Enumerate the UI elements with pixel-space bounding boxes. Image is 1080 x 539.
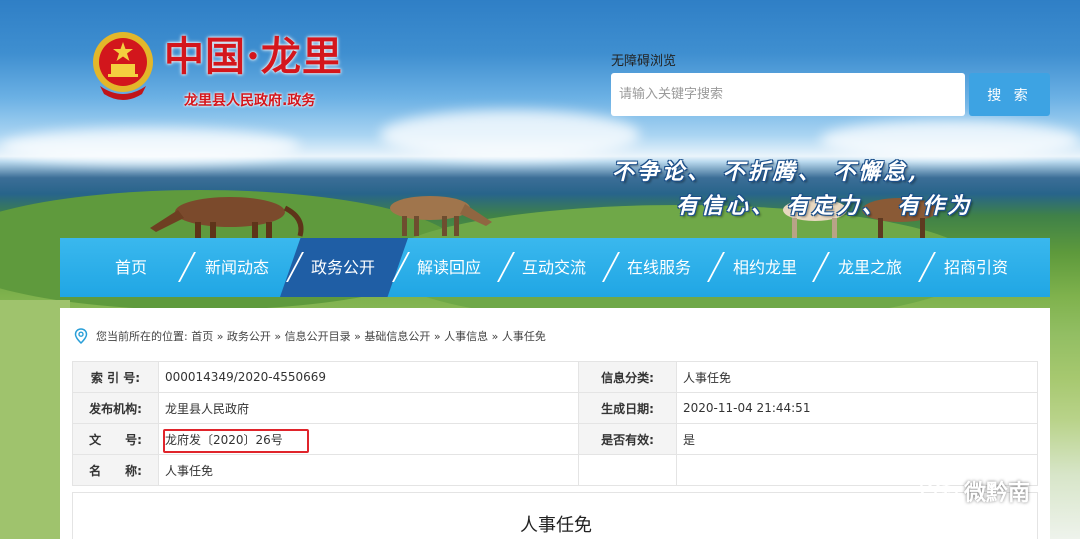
publisher-label: 发布机构:: [72, 392, 159, 424]
wechat-icon: [919, 476, 959, 505]
site-title: 中国·龙里: [164, 33, 343, 80]
nav-item-investment[interactable]: 招商引资: [944, 238, 1008, 297]
table-row: 索 引 号: 000014349/2020-4550669 信息分类: 人事任免: [72, 361, 1038, 393]
national-emblem-icon: [93, 32, 153, 100]
slogan-line-2: 有信心、 有定力、 有作为: [676, 193, 973, 219]
table-row: 发布机构: 龙里县人民政府 生成日期: 2020-11-04 21:44:51: [72, 392, 1038, 424]
name-label: 名 称:: [72, 454, 159, 486]
nav-separator: [812, 252, 830, 282]
name-value: 人事任免: [158, 454, 579, 486]
breadcrumb-text: 您当前所在的位置: 首页 » 政务公开 » 信息公开目录 » 基础信息公开 » …: [96, 330, 546, 343]
document-body: 人事任免: [72, 492, 1038, 539]
watermark-text: 微黔南: [964, 481, 1031, 506]
nav-item-online-service[interactable]: 在线服务: [627, 238, 691, 297]
main-nav: 首页 新闻动态 政务公开 解读回应 互动交流 在线服务 相约龙里 龙里之旅 招商…: [60, 238, 1050, 297]
watermark: 微黔南: [918, 474, 1030, 508]
nav-item-meet-longli[interactable]: 相约龙里: [733, 238, 797, 297]
category-value: 人事任免: [676, 361, 1038, 393]
nav-item-home[interactable]: 首页: [115, 238, 147, 297]
nav-separator: [178, 252, 196, 282]
location-pin-icon: [74, 328, 88, 344]
nav-separator: [707, 252, 725, 282]
horse-image: [150, 197, 304, 242]
accessibility-link[interactable]: 无障碍浏览: [611, 50, 676, 69]
nav-item-longli-travel[interactable]: 龙里之旅: [838, 238, 902, 297]
index-value: 000014349/2020-4550669: [158, 361, 579, 393]
publisher-value: 龙里县人民政府: [158, 392, 579, 424]
empty-cell: [578, 454, 677, 486]
horse-image: [390, 196, 492, 236]
nav-separator: [602, 252, 620, 282]
table-row: 名 称: 人事任免: [72, 454, 1038, 486]
nav-separator: [497, 252, 515, 282]
index-label: 索 引 号:: [72, 361, 159, 393]
category-label: 信息分类:: [578, 361, 677, 393]
nav-item-news[interactable]: 新闻动态: [205, 238, 269, 297]
nav-item-gov-affairs[interactable]: 政务公开: [311, 238, 375, 297]
cloud: [0, 128, 300, 164]
cloud: [380, 110, 640, 160]
docno-label: 文 号:: [72, 423, 159, 455]
content-panel: 您当前所在的位置: 首页 » 政务公开 » 信息公开目录 » 基础信息公开 » …: [60, 308, 1050, 539]
search-button[interactable]: 搜 索: [969, 73, 1050, 116]
search-input[interactable]: [611, 73, 965, 116]
slogan-line-1: 不争论、 不折腾、 不懈怠,: [612, 159, 919, 185]
nav-item-interpretation[interactable]: 解读回应: [417, 238, 481, 297]
date-label: 生成日期:: [578, 392, 677, 424]
date-value: 2020-11-04 21:44:51: [676, 392, 1038, 424]
breadcrumb: 您当前所在的位置: 首页 » 政务公开 » 信息公开目录 » 基础信息公开 » …: [74, 328, 546, 344]
info-table: 索 引 号: 000014349/2020-4550669 信息分类: 人事任免…: [72, 361, 1038, 486]
docno-highlight-box: [163, 429, 309, 453]
valid-label: 是否有效:: [578, 423, 677, 455]
document-title: 人事任免: [520, 515, 592, 536]
valid-value: 是: [676, 423, 1038, 455]
nav-separator: [918, 252, 936, 282]
nav-item-interaction[interactable]: 互动交流: [522, 238, 586, 297]
site-subtitle: 龙里县人民政府.政务: [184, 93, 316, 109]
